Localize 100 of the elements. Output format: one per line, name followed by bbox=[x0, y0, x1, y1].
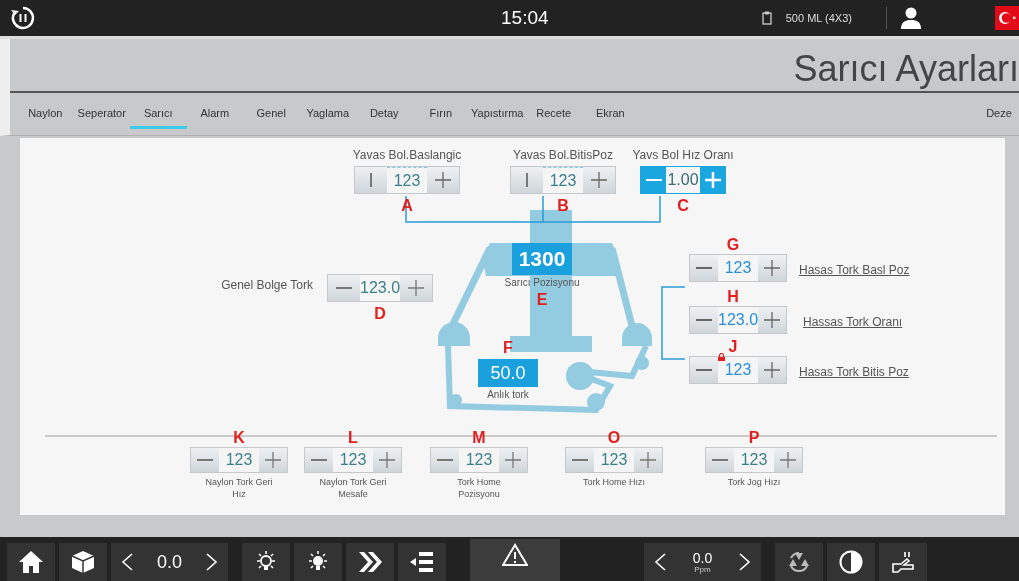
minus-button[interactable] bbox=[431, 448, 459, 473]
tab[interactable]: Recete bbox=[525, 103, 582, 129]
clipboard-icon bbox=[761, 11, 772, 25]
plus-icon bbox=[408, 280, 424, 296]
chevron-right-icon bbox=[739, 553, 751, 571]
setting-link[interactable]: Hasas Tork Basl Poz bbox=[799, 263, 910, 278]
restart-icon[interactable] bbox=[10, 5, 36, 31]
minus-button[interactable] bbox=[305, 448, 333, 473]
minus-button[interactable] bbox=[191, 448, 219, 473]
recipe-name: 500 ML (4X3) bbox=[785, 12, 852, 24]
plus-button[interactable] bbox=[373, 448, 401, 473]
setting-link[interactable]: Hassas Tork Oranı bbox=[803, 315, 903, 330]
forward-button[interactable] bbox=[346, 543, 394, 581]
plus-button[interactable] bbox=[758, 255, 786, 282]
torque-readout: 50.0 bbox=[478, 359, 538, 388]
home-button[interactable] bbox=[7, 543, 55, 581]
double-chevron-icon bbox=[357, 551, 383, 573]
position-readout: 1300 bbox=[512, 243, 572, 275]
plus-button[interactable] bbox=[499, 448, 527, 473]
user-icon[interactable] bbox=[901, 7, 921, 29]
value-field[interactable]: 123 bbox=[387, 167, 427, 193]
plus-icon bbox=[764, 260, 780, 277]
cube-button[interactable] bbox=[59, 543, 107, 581]
alarm-tab[interactable] bbox=[470, 539, 560, 581]
chevron-left-icon bbox=[121, 553, 133, 571]
marker-letter: P bbox=[748, 428, 760, 448]
marker-letter: C bbox=[677, 196, 689, 216]
contrast-button[interactable] bbox=[827, 543, 875, 581]
minus-button[interactable] bbox=[706, 448, 734, 473]
flag-icon[interactable] bbox=[995, 6, 1019, 30]
tab[interactable]: Alarm bbox=[186, 103, 243, 129]
tab[interactable]: Naylon bbox=[17, 103, 74, 129]
marker-letter: E bbox=[536, 290, 548, 310]
menu-button[interactable] bbox=[398, 543, 446, 581]
light-button[interactable] bbox=[242, 543, 290, 581]
recycle-button[interactable] bbox=[775, 543, 823, 581]
marker-letter: K bbox=[233, 428, 245, 448]
value-field[interactable]: 123 bbox=[594, 448, 634, 473]
field-label: Tork Jog Hızı bbox=[726, 477, 782, 489]
plus-icon bbox=[591, 172, 607, 188]
plus-icon bbox=[435, 172, 451, 188]
setting-link[interactable]: Hasas Tork Bitis Poz bbox=[799, 365, 909, 380]
plus-icon bbox=[780, 452, 796, 469]
plus-icon bbox=[764, 312, 780, 329]
plus-button[interactable] bbox=[634, 448, 662, 473]
field-label: Tork Home Hızı bbox=[582, 477, 646, 489]
plus-button[interactable] bbox=[259, 448, 287, 473]
minus-icon bbox=[197, 459, 213, 462]
plus-button[interactable] bbox=[427, 167, 459, 193]
minus-button[interactable] bbox=[566, 448, 594, 473]
marker-letter: O bbox=[607, 428, 621, 448]
tab[interactable]: Sarıcı bbox=[130, 103, 187, 129]
plus-button[interactable] bbox=[400, 275, 432, 301]
tab[interactable]: Fırın bbox=[412, 103, 469, 129]
tab[interactable]: Seperator bbox=[73, 103, 130, 129]
plus-button[interactable] bbox=[758, 357, 786, 384]
plus-button[interactable] bbox=[758, 307, 786, 334]
light-button[interactable] bbox=[294, 543, 342, 581]
plus-button[interactable] bbox=[583, 167, 615, 193]
minus-icon bbox=[645, 179, 662, 181]
value-field[interactable]: 123 bbox=[734, 448, 774, 473]
marker-letter: F bbox=[503, 338, 513, 358]
minus-button[interactable] bbox=[355, 167, 387, 193]
value-field[interactable]: 123.0 bbox=[360, 275, 400, 301]
tab[interactable]: Yaglama bbox=[299, 103, 356, 129]
marker-letter: L bbox=[348, 428, 358, 448]
minus-icon bbox=[696, 369, 712, 372]
tab[interactable]: Ekran bbox=[582, 103, 639, 129]
field-label: Yavs Bol Hız Oranı bbox=[632, 148, 734, 162]
minus-button[interactable] bbox=[690, 307, 718, 334]
value-field[interactable]: 123 bbox=[459, 448, 499, 473]
plus-button[interactable] bbox=[700, 167, 725, 193]
value-field[interactable]: 1.00 bbox=[666, 167, 700, 193]
plus-button[interactable] bbox=[774, 448, 802, 473]
marker-letter: G bbox=[725, 235, 741, 255]
plug-button[interactable] bbox=[879, 543, 927, 581]
field-label: Genel Bolge Tork bbox=[221, 278, 313, 292]
contrast-icon bbox=[839, 550, 863, 574]
tab[interactable]: Deze bbox=[979, 103, 1019, 129]
tab[interactable]: Yapıstırma bbox=[469, 103, 526, 129]
minus-button[interactable] bbox=[328, 275, 360, 301]
minus-icon bbox=[336, 287, 352, 289]
plus-icon bbox=[505, 452, 521, 469]
tab[interactable]: Genel bbox=[243, 103, 300, 129]
field-label: Tork Home Pozisyonu bbox=[456, 477, 502, 501]
plus-icon bbox=[704, 172, 721, 188]
value-field[interactable]: 123 bbox=[219, 448, 259, 473]
field-label: Yavas Bol.BitisPoz bbox=[513, 148, 613, 162]
clock-time: 15:04 bbox=[501, 7, 549, 29]
plus-icon bbox=[379, 452, 395, 469]
marker-letter: B bbox=[557, 196, 569, 216]
value-field[interactable]: 123 bbox=[333, 448, 373, 473]
value-field[interactable]: 123 bbox=[543, 167, 583, 193]
minus-button[interactable] bbox=[511, 167, 543, 193]
chevron-right-icon bbox=[206, 553, 218, 571]
minus-button[interactable] bbox=[690, 357, 718, 384]
minus-button[interactable] bbox=[690, 255, 718, 282]
cube-icon bbox=[71, 550, 95, 574]
tab[interactable]: Detay bbox=[356, 103, 413, 129]
minus-button[interactable] bbox=[641, 167, 666, 193]
